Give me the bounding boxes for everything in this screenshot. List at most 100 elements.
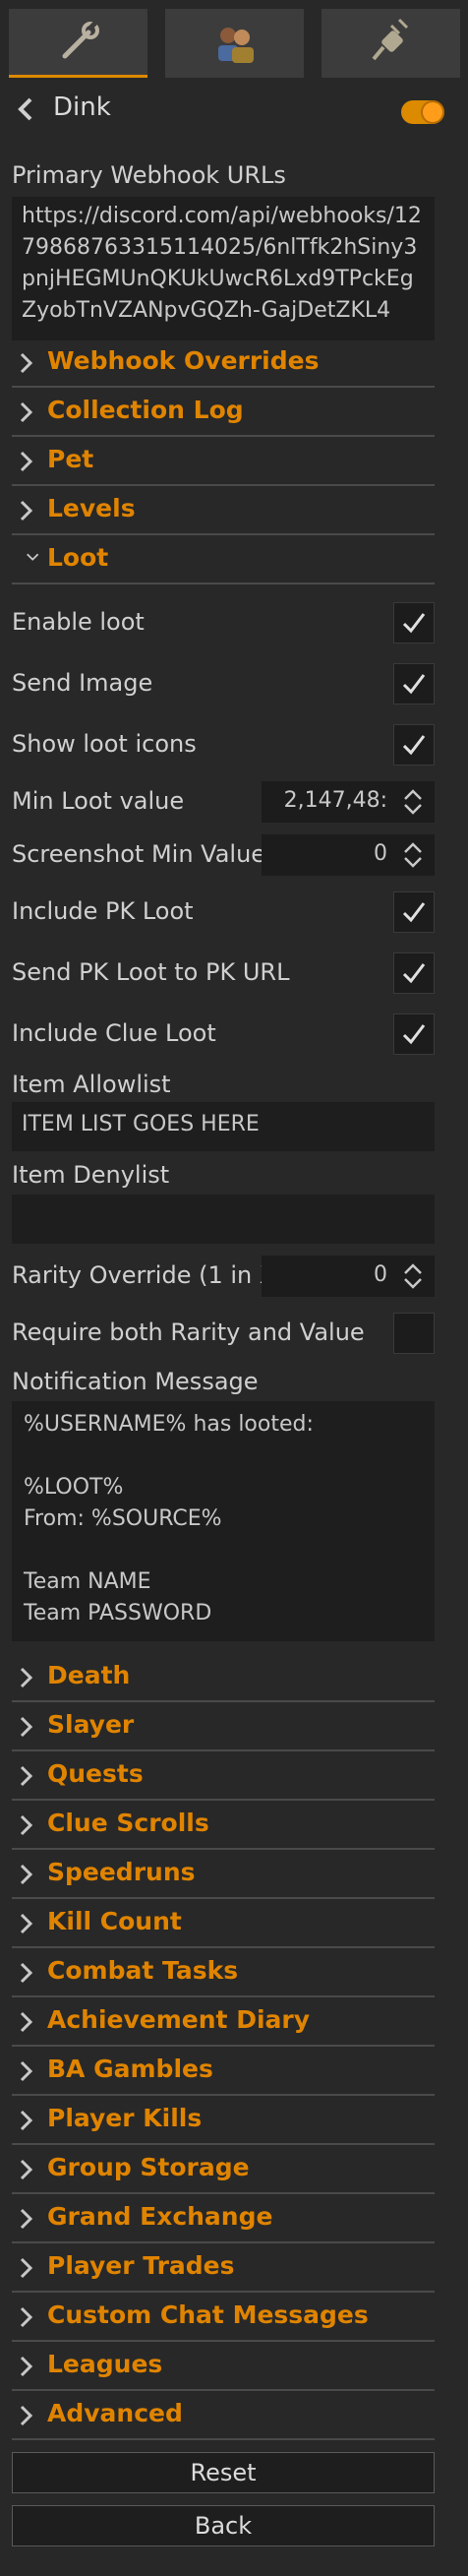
section-leagues[interactable]: Leagues <box>12 2342 435 2391</box>
section-player-kills[interactable]: Player Kills <box>12 2096 435 2145</box>
plug-icon <box>371 18 408 61</box>
send-pk-loot-row: Send PK Loot to PK URL <box>12 949 435 998</box>
rarity-override-label: Rarity Override (1 in X) <box>12 1261 285 1289</box>
chevron-right-icon <box>20 2060 33 2082</box>
section-collection-log[interactable]: Collection Log <box>12 388 435 437</box>
rarity-override-row: Rarity Override (1 in X) 0 <box>12 1252 435 1301</box>
tab-wrench[interactable] <box>9 9 147 78</box>
item-allowlist-input[interactable]: ITEM LIST GOES HERE <box>12 1102 435 1151</box>
min-loot-value-label: Min Loot value <box>12 787 185 815</box>
section-advanced[interactable]: Advanced <box>12 2391 435 2440</box>
section-webhook-overrides[interactable]: Webhook Overrides <box>12 338 435 388</box>
section-title: Leagues <box>47 2350 163 2378</box>
checkmark-icon <box>402 735 426 756</box>
chevron-right-icon <box>20 401 33 423</box>
section-title: Player Kills <box>47 2104 203 2132</box>
section-levels[interactable]: Levels <box>12 486 435 535</box>
notification-message-textarea[interactable]: %USERNAME% has looted: %LOOT% From: %SOU… <box>12 1401 435 1641</box>
plugin-header: Dink <box>0 87 468 136</box>
chevron-right-icon <box>20 2257 33 2279</box>
chevron-right-icon <box>20 2208 33 2230</box>
section-loot[interactable]: Loot <box>12 535 435 584</box>
rarity-override-spinner[interactable]: 0 <box>262 1256 435 1297</box>
section-title: Slayer <box>47 1710 135 1739</box>
tab-bar <box>0 0 468 79</box>
require-both-row: Require both Rarity and Value <box>12 1309 435 1358</box>
include-clue-loot-row: Include Clue Loot <box>12 1010 435 1059</box>
send-image-row: Send Image <box>12 659 435 708</box>
chevron-down-icon <box>27 553 39 561</box>
section-player-trades[interactable]: Player Trades <box>12 2243 435 2293</box>
show-loot-icons-checkbox[interactable] <box>393 724 435 766</box>
screenshot-min-value-spinner[interactable]: 0 <box>262 834 435 876</box>
chevron-left-icon[interactable] <box>14 94 37 124</box>
spinner-arrows-icon[interactable] <box>399 1261 427 1291</box>
plugin-title: Dink <box>53 92 111 122</box>
screenshot-min-value-row: Screenshot Min Value 0 <box>12 830 435 880</box>
item-denylist-label: Item Denylist <box>12 1161 170 1189</box>
spinner-arrows-icon[interactable] <box>399 787 427 817</box>
chevron-right-icon <box>20 1716 33 1738</box>
chevron-right-icon <box>20 1864 33 1885</box>
enable-loot-row: Enable loot <box>12 598 435 647</box>
webhook-url-textarea[interactable]: https://discord.com/api/webhooks/1279868… <box>12 197 435 340</box>
back-button[interactable]: Back <box>12 2505 435 2546</box>
send-image-checkbox[interactable] <box>393 663 435 705</box>
checkmark-icon <box>402 1024 426 1045</box>
section-title: Clue Scrolls <box>47 1809 209 1837</box>
profile-icon <box>217 28 254 63</box>
section-title: Player Trades <box>47 2251 235 2280</box>
section-ba-gambles[interactable]: BA Gambles <box>12 2047 435 2096</box>
include-pk-loot-row: Include PK Loot <box>12 888 435 937</box>
section-slayer[interactable]: Slayer <box>12 1702 435 1751</box>
wrench-icon <box>62 20 99 58</box>
section-pet[interactable]: Pet <box>12 437 435 486</box>
send-pk-loot-label: Send PK Loot to PK URL <box>12 958 290 986</box>
spinner-arrows-icon[interactable] <box>399 840 427 870</box>
section-quests[interactable]: Quests <box>12 1751 435 1801</box>
chevron-right-icon <box>20 1814 33 1836</box>
section-clue-scrolls[interactable]: Clue Scrolls <box>12 1801 435 1850</box>
chevron-right-icon <box>20 2110 33 2131</box>
section-group-storage[interactable]: Group Storage <box>12 2145 435 2194</box>
section-speedruns[interactable]: Speedruns <box>12 1850 435 1899</box>
section-title: Collection Log <box>47 396 244 424</box>
reset-button[interactable]: Reset <box>12 2452 435 2493</box>
min-loot-value-spinner[interactable]: 2,147,48: <box>262 781 435 823</box>
section-title: Grand Exchange <box>47 2202 273 2231</box>
plugin-enabled-toggle[interactable] <box>401 100 444 124</box>
checkmark-icon <box>402 674 426 695</box>
section-achievement-diary[interactable]: Achievement Diary <box>12 1997 435 2047</box>
require-both-checkbox[interactable] <box>393 1313 435 1354</box>
include-clue-loot-label: Include Clue Loot <box>12 1019 216 1047</box>
section-title: Custom Chat Messages <box>47 2300 369 2329</box>
section-grand-exchange[interactable]: Grand Exchange <box>12 2194 435 2243</box>
include-clue-loot-checkbox[interactable] <box>393 1013 435 1055</box>
send-pk-loot-checkbox[interactable] <box>393 952 435 994</box>
section-title: Levels <box>47 494 136 522</box>
chevron-right-icon <box>20 1913 33 1934</box>
chevron-right-icon <box>20 451 33 472</box>
checkmark-icon <box>402 613 426 634</box>
section-title: Speedruns <box>47 1858 196 1886</box>
show-loot-icons-label: Show loot icons <box>12 730 197 758</box>
item-allowlist-label: Item Allowlist <box>12 1071 171 1098</box>
section-title: Pet <box>47 445 94 473</box>
chevron-right-icon <box>20 500 33 521</box>
item-denylist-input[interactable] <box>12 1195 435 1244</box>
section-title: Webhook Overrides <box>47 346 320 375</box>
chevron-right-icon <box>20 352 33 374</box>
chevron-right-icon <box>20 2159 33 2180</box>
tab-profile[interactable] <box>165 9 304 78</box>
enable-loot-label: Enable loot <box>12 608 145 636</box>
include-pk-loot-label: Include PK Loot <box>12 897 194 925</box>
include-pk-loot-checkbox[interactable] <box>393 891 435 933</box>
section-custom-chat-messages[interactable]: Custom Chat Messages <box>12 2293 435 2342</box>
section-death[interactable]: Death <box>12 1653 435 1702</box>
tab-plug[interactable] <box>322 9 460 78</box>
show-loot-icons-row: Show loot icons <box>12 720 435 769</box>
section-combat-tasks[interactable]: Combat Tasks <box>12 1948 435 1997</box>
enable-loot-checkbox[interactable] <box>393 602 435 644</box>
section-kill-count[interactable]: Kill Count <box>12 1899 435 1948</box>
min-loot-value-row: Min Loot value 2,147,48: <box>12 777 435 827</box>
